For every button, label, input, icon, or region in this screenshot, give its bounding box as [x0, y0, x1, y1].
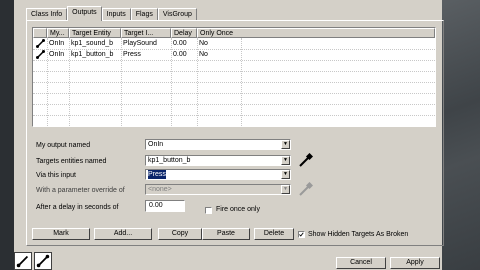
cell-delay: 0.00: [173, 40, 187, 47]
column-header-my-output[interactable]: My...: [47, 28, 69, 38]
delay-field[interactable]: 0.00: [145, 200, 185, 212]
via-value: Press: [148, 170, 166, 179]
chevron-down-icon[interactable]: ▼: [281, 140, 290, 149]
fire-once-label: Fire once only: [216, 206, 260, 213]
cancel-button[interactable]: Cancel: [336, 257, 386, 269]
show-hidden-checkbox[interactable]: [298, 231, 305, 238]
targets-label: Targets entities named: [36, 158, 107, 165]
paste-button[interactable]: Paste: [202, 228, 250, 240]
cell-target-input: Press: [123, 51, 141, 58]
targets-value: kp1_button_b: [148, 157, 191, 164]
taskbar-icons: [14, 252, 52, 270]
eyedropper-icon[interactable]: [297, 182, 313, 197]
connection-icon[interactable]: [34, 252, 52, 270]
column-header-target-entity[interactable]: Target Entity: [69, 28, 121, 38]
fire-once-checkbox[interactable]: [205, 207, 212, 214]
chevron-down-icon[interactable]: ▼: [281, 156, 290, 165]
background-left: [0, 0, 14, 270]
output-value: OnIn: [148, 141, 164, 148]
output-combo[interactable]: OnIn ▼: [145, 139, 291, 150]
connection-icon[interactable]: [14, 252, 32, 270]
show-hidden-label: Show Hidden Targets As Broken: [308, 231, 409, 238]
column-header-target-input[interactable]: Target I...: [121, 28, 171, 38]
output-label: My output named: [36, 142, 91, 149]
cell-target-entity: kp1_sound_b: [71, 40, 114, 47]
column-header-icon[interactable]: [33, 28, 47, 38]
table-row[interactable]: OnIn kp1_sound_b PlaySound 0.00 No: [33, 38, 435, 49]
apply-button[interactable]: Apply: [390, 257, 440, 269]
background-right: [442, 0, 480, 270]
add-button[interactable]: Add...: [94, 228, 152, 240]
column-header-delay[interactable]: Delay: [171, 28, 197, 38]
cell-only-once: No: [199, 40, 208, 47]
cell-only-once: No: [199, 51, 208, 58]
cell-my-output: OnIn: [49, 40, 65, 47]
tab-strip: Class Info Outputs Inputs Flags VisGroup: [26, 6, 197, 21]
via-combo[interactable]: Press ▼: [145, 169, 291, 180]
cell-target-input: PlaySound: [123, 40, 157, 47]
eyedropper-icon[interactable]: [297, 153, 313, 168]
delete-button[interactable]: Delete: [254, 228, 294, 240]
mark-button[interactable]: Mark: [32, 228, 90, 240]
connection-icon: [36, 50, 45, 59]
targets-combo[interactable]: kp1_button_b ▼: [145, 155, 291, 166]
object-properties-dialog: Class Info Outputs Inputs Flags VisGroup…: [14, 0, 444, 270]
chevron-down-icon[interactable]: ▼: [281, 170, 290, 179]
param-value: <none>: [148, 186, 172, 193]
cell-my-output: OnIn: [49, 51, 65, 58]
param-combo[interactable]: <none> ▼: [145, 184, 291, 195]
cell-target-entity: kp1_button_b: [71, 51, 114, 58]
delay-label: After a delay in seconds of: [36, 204, 119, 211]
delay-value: 0.00: [149, 202, 163, 209]
via-label: Via this input: [36, 172, 76, 179]
cell-delay: 0.00: [173, 51, 187, 58]
table-row[interactable]: OnIn kp1_button_b Press 0.00 No: [33, 49, 435, 60]
chevron-down-icon[interactable]: ▼: [281, 185, 290, 194]
copy-button[interactable]: Copy: [158, 228, 202, 240]
param-label: With a parameter override of: [36, 187, 125, 194]
connections-list[interactable]: My... Target Entity Target I... Delay On…: [32, 27, 436, 127]
column-header-only-once[interactable]: Only Once: [197, 28, 435, 38]
tab-outputs[interactable]: Outputs: [67, 6, 102, 21]
check-icon: [299, 232, 304, 237]
connection-icon: [36, 39, 45, 48]
